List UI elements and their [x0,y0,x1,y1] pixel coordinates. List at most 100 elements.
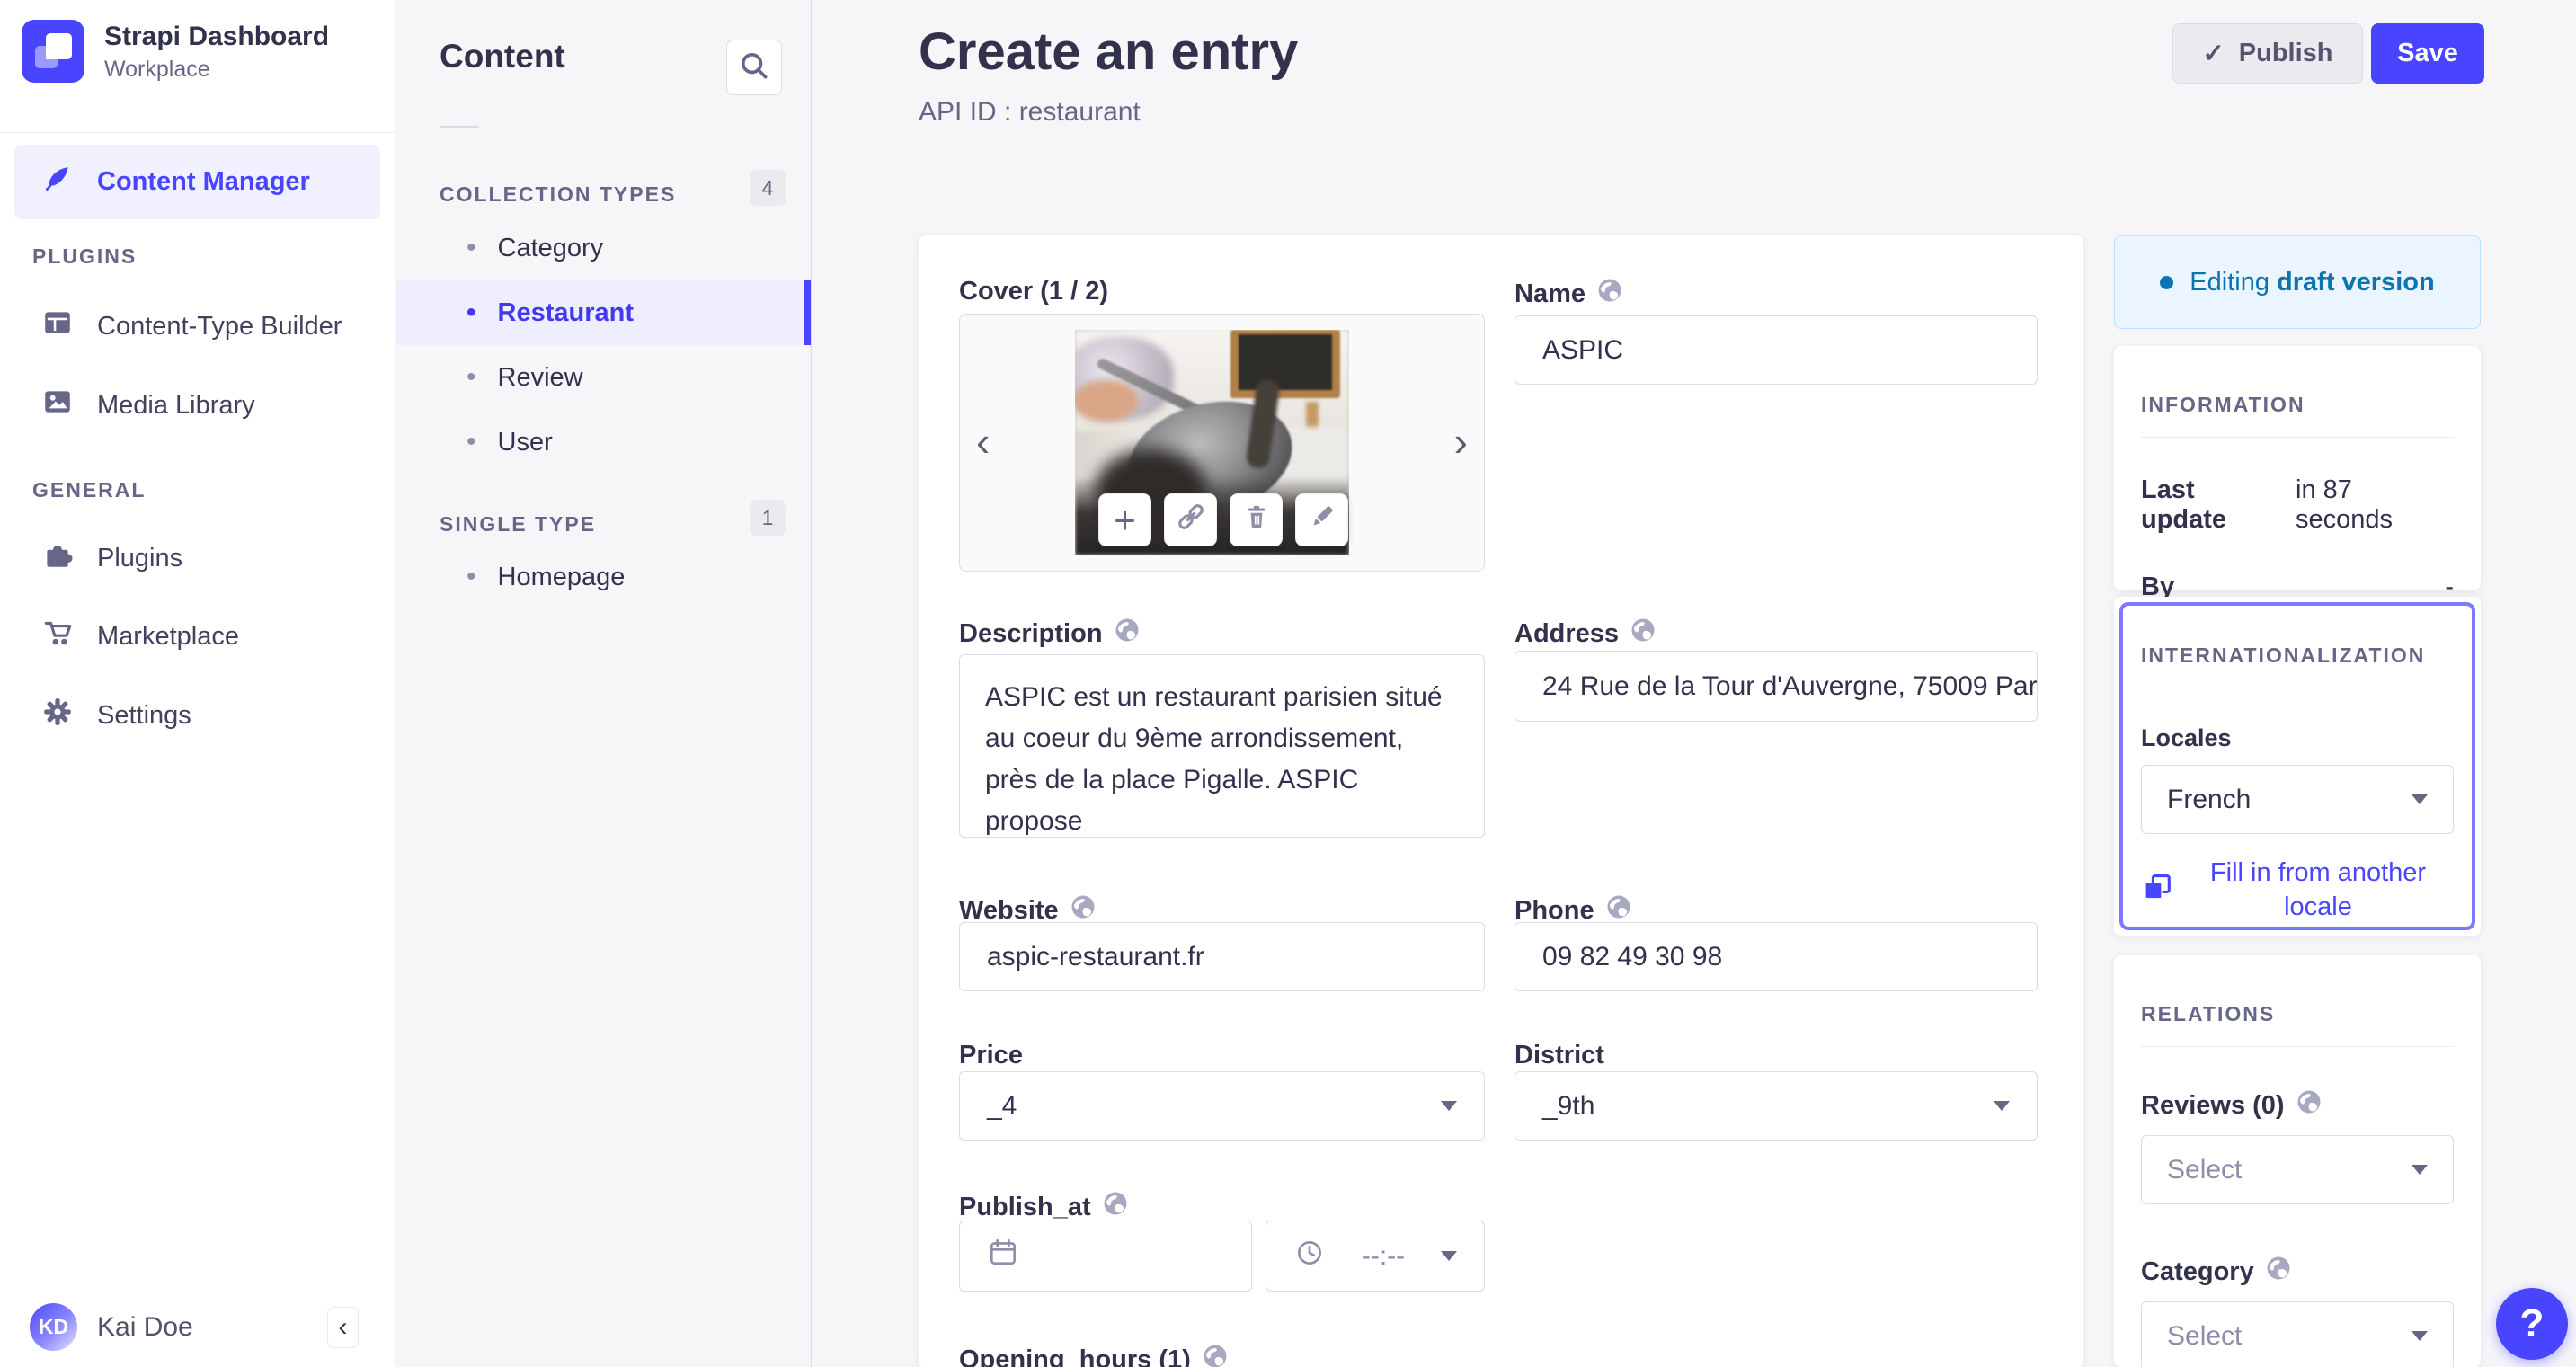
locale-select[interactable]: French [2141,765,2454,834]
district-field-label: District [1515,1041,1604,1070]
collection-types-count: 4 [750,170,786,206]
publish-label: Publish [2238,39,2333,67]
chevron-down-icon [1441,1101,1457,1111]
fill-from-locale-link[interactable]: Fill in from another locale [2141,856,2454,924]
chevron-down-icon [2412,1165,2428,1175]
sidebar: Strapi Dashboard Workplace Content Manag… [0,0,395,1367]
subnav-item-homepage[interactable]: • Homepage [396,545,811,609]
subnav-item-user[interactable]: • User [396,410,811,475]
draft-version-banner: Editing draft version [2114,235,2481,329]
locales-label: Locales [2141,724,2232,751]
sidebar-item-label: Marketplace [97,621,239,651]
check-icon: ✓ [2202,40,2225,68]
user-menu[interactable]: KD Kai Doe [30,1303,193,1351]
add-asset-button[interactable]: + [1098,493,1151,546]
bullet-icon: • [466,427,476,457]
phone-input[interactable]: 09 82 49 30 98 [1515,922,2038,991]
workspace-brand[interactable]: Strapi Dashboard Workplace [22,20,329,83]
cover-field-label: Cover (1 / 2) [959,277,1108,306]
sidebar-item-content-manager[interactable]: Content Manager [14,145,380,219]
cover-carousel: ‹ › + [959,314,1485,572]
chevron-left-icon: ‹ [338,1312,348,1342]
delete-asset-button[interactable] [1230,493,1283,546]
carousel-prev-button[interactable]: ‹ [976,421,990,462]
puzzle-icon [41,538,74,578]
sidebar-item-media-library[interactable]: Media Library [14,373,380,438]
avatar: KD [30,1303,77,1351]
bullet-icon: • [466,297,476,327]
relations-card: RELATIONS Reviews (0) Select Category Se… [2114,955,2481,1367]
globe-icon [2265,1255,2292,1289]
trash-icon [1240,499,1273,542]
sidebar-item-label: Content Manager [97,167,310,196]
publish-at-date-input[interactable] [959,1221,1252,1292]
save-label: Save [2397,39,2458,67]
single-type-title: SINGLE TYPE [440,512,597,536]
website-input[interactable]: aspic-restaurant.fr [959,922,1485,991]
category-select[interactable]: Select [2141,1301,2454,1367]
globe-icon [1102,1190,1129,1224]
sidebar-item-plugins[interactable]: Plugins [14,526,380,590]
sidebar-item-label: Settings [97,700,191,730]
help-button[interactable]: ? [2496,1288,2568,1360]
cart-icon [41,617,74,656]
information-card: INFORMATION Last update in 87 seconds By… [2114,346,2481,601]
price-select[interactable]: _4 [959,1071,1485,1141]
internationalization-card: INTERNATIONALIZATION Locales French Fill… [2114,597,2481,936]
question-mark-icon: ? [2519,1301,2545,1345]
search-button[interactable] [726,40,782,95]
save-button[interactable]: Save [2371,23,2484,84]
calendar-icon [987,1237,1019,1276]
content-subnav: Content COLLECTION TYPES 4 • Category • … [396,0,812,1367]
category-field-label: Category [2141,1255,2454,1289]
strapi-logo [22,20,84,83]
subnav-item-review[interactable]: • Review [396,345,811,410]
media-icon [41,386,74,425]
carousel-next-button[interactable]: › [1454,421,1468,462]
subnav-item-restaurant[interactable]: • Restaurant [396,280,811,345]
publish-button[interactable]: ✓ Publish [2172,23,2363,84]
strapi-app: Strapi Dashboard Workplace Content Manag… [0,0,2576,1367]
status-dot-icon [2160,275,2174,289]
publish-at-time-input[interactable]: --:-- [1266,1221,1485,1292]
layout-icon [41,306,74,346]
district-select[interactable]: _9th [1515,1071,2038,1141]
sidebar-item-settings[interactable]: Settings [14,683,380,748]
description-textarea[interactable]: ASPIC est un restaurant parisien situé a… [959,654,1485,838]
clock-icon [1293,1237,1326,1276]
description-line: au coeur du 9ème arrondissement, [985,723,1404,753]
subnav-item-label: User [497,427,553,457]
sidebar-section-general: GENERAL [32,478,147,502]
name-input[interactable]: ASPIC [1515,315,2038,385]
edit-asset-button[interactable] [1295,493,1348,546]
user-name: Kai Doe [97,1311,193,1342]
sidebar-item-content-type-builder[interactable]: Content-Type Builder [14,294,380,359]
divider [2141,437,2454,438]
address-input[interactable]: 24 Rue de la Tour d'Auvergne, 75009 Pari… [1515,651,2038,722]
chevron-down-icon [2412,794,2428,804]
api-id-subtitle: API ID : restaurant [919,97,1141,127]
collection-types-title: COLLECTION TYPES [440,182,677,206]
divider [2141,1046,2454,1047]
workspace-label: Workplace [104,56,210,82]
globe-icon [1114,617,1141,651]
brand-title: Strapi Dashboard [104,21,330,51]
bullet-icon: • [466,362,476,392]
page-title: Create an entry [919,22,1299,81]
sidebar-item-marketplace[interactable]: Marketplace [14,604,380,669]
chevron-down-icon [2412,1331,2428,1341]
sidebar-section-plugins: PLUGINS [32,244,138,268]
information-title: INFORMATION [2141,393,2305,416]
subnav-item-category[interactable]: • Category [396,216,811,280]
collapse-sidebar-button[interactable]: ‹ [327,1307,359,1348]
cover-actions: + [1098,493,1348,546]
copy-link-button[interactable] [1164,493,1217,546]
plus-icon: + [1114,498,1136,541]
entry-form-card: Cover (1 / 2) ‹ › + Name ASPIC Descripti… [919,235,2083,1367]
reviews-select[interactable]: Select [2141,1135,2454,1204]
chevron-down-icon [1994,1101,2010,1111]
opening-hours-field-label: Opening_hours (1) [959,1343,1229,1367]
feather-icon [41,163,74,202]
bullet-icon: • [466,233,476,262]
pencil-icon [1306,499,1338,542]
